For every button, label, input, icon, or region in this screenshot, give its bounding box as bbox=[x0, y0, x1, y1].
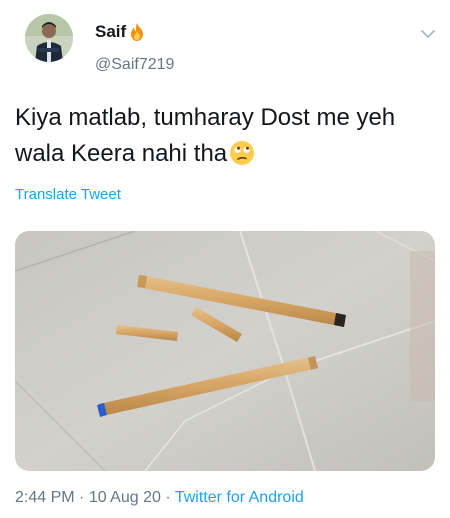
tweet-photo[interactable] bbox=[15, 231, 435, 471]
meta-separator: · bbox=[160, 489, 175, 506]
photo-of-broken-pens-on-tile-floor bbox=[15, 231, 435, 471]
tweet-text: Kiya matlab, tumharay Dost me yeh wala K… bbox=[15, 100, 435, 172]
tweet-time: 2:44 PM bbox=[15, 489, 75, 506]
author-handle[interactable]: @Saif7219 bbox=[95, 56, 174, 74]
meta-separator: · bbox=[74, 489, 89, 506]
chevron-down-icon[interactable] bbox=[420, 26, 436, 42]
tweet-meta: 2:44 PM · 10 Aug 20 · Twitter for Androi… bbox=[15, 489, 304, 507]
tweet-text-content: Kiya matlab, tumharay Dost me yeh wala K… bbox=[15, 104, 396, 167]
fire-icon bbox=[131, 23, 144, 41]
tweet-date: 10 Aug 20 bbox=[88, 489, 161, 506]
avatar[interactable] bbox=[25, 14, 73, 62]
tweet-source-link[interactable]: Twitter for Android bbox=[175, 489, 304, 506]
face-with-rolling-eyes-icon bbox=[230, 141, 255, 165]
translate-tweet-link[interactable]: Translate Tweet bbox=[15, 186, 121, 203]
author-name-row: Saif bbox=[95, 22, 146, 42]
author-name[interactable]: Saif bbox=[95, 22, 126, 42]
tweet-card: Saif @Saif7219 Kiya matlab, tumharay Dos… bbox=[0, 0, 450, 518]
